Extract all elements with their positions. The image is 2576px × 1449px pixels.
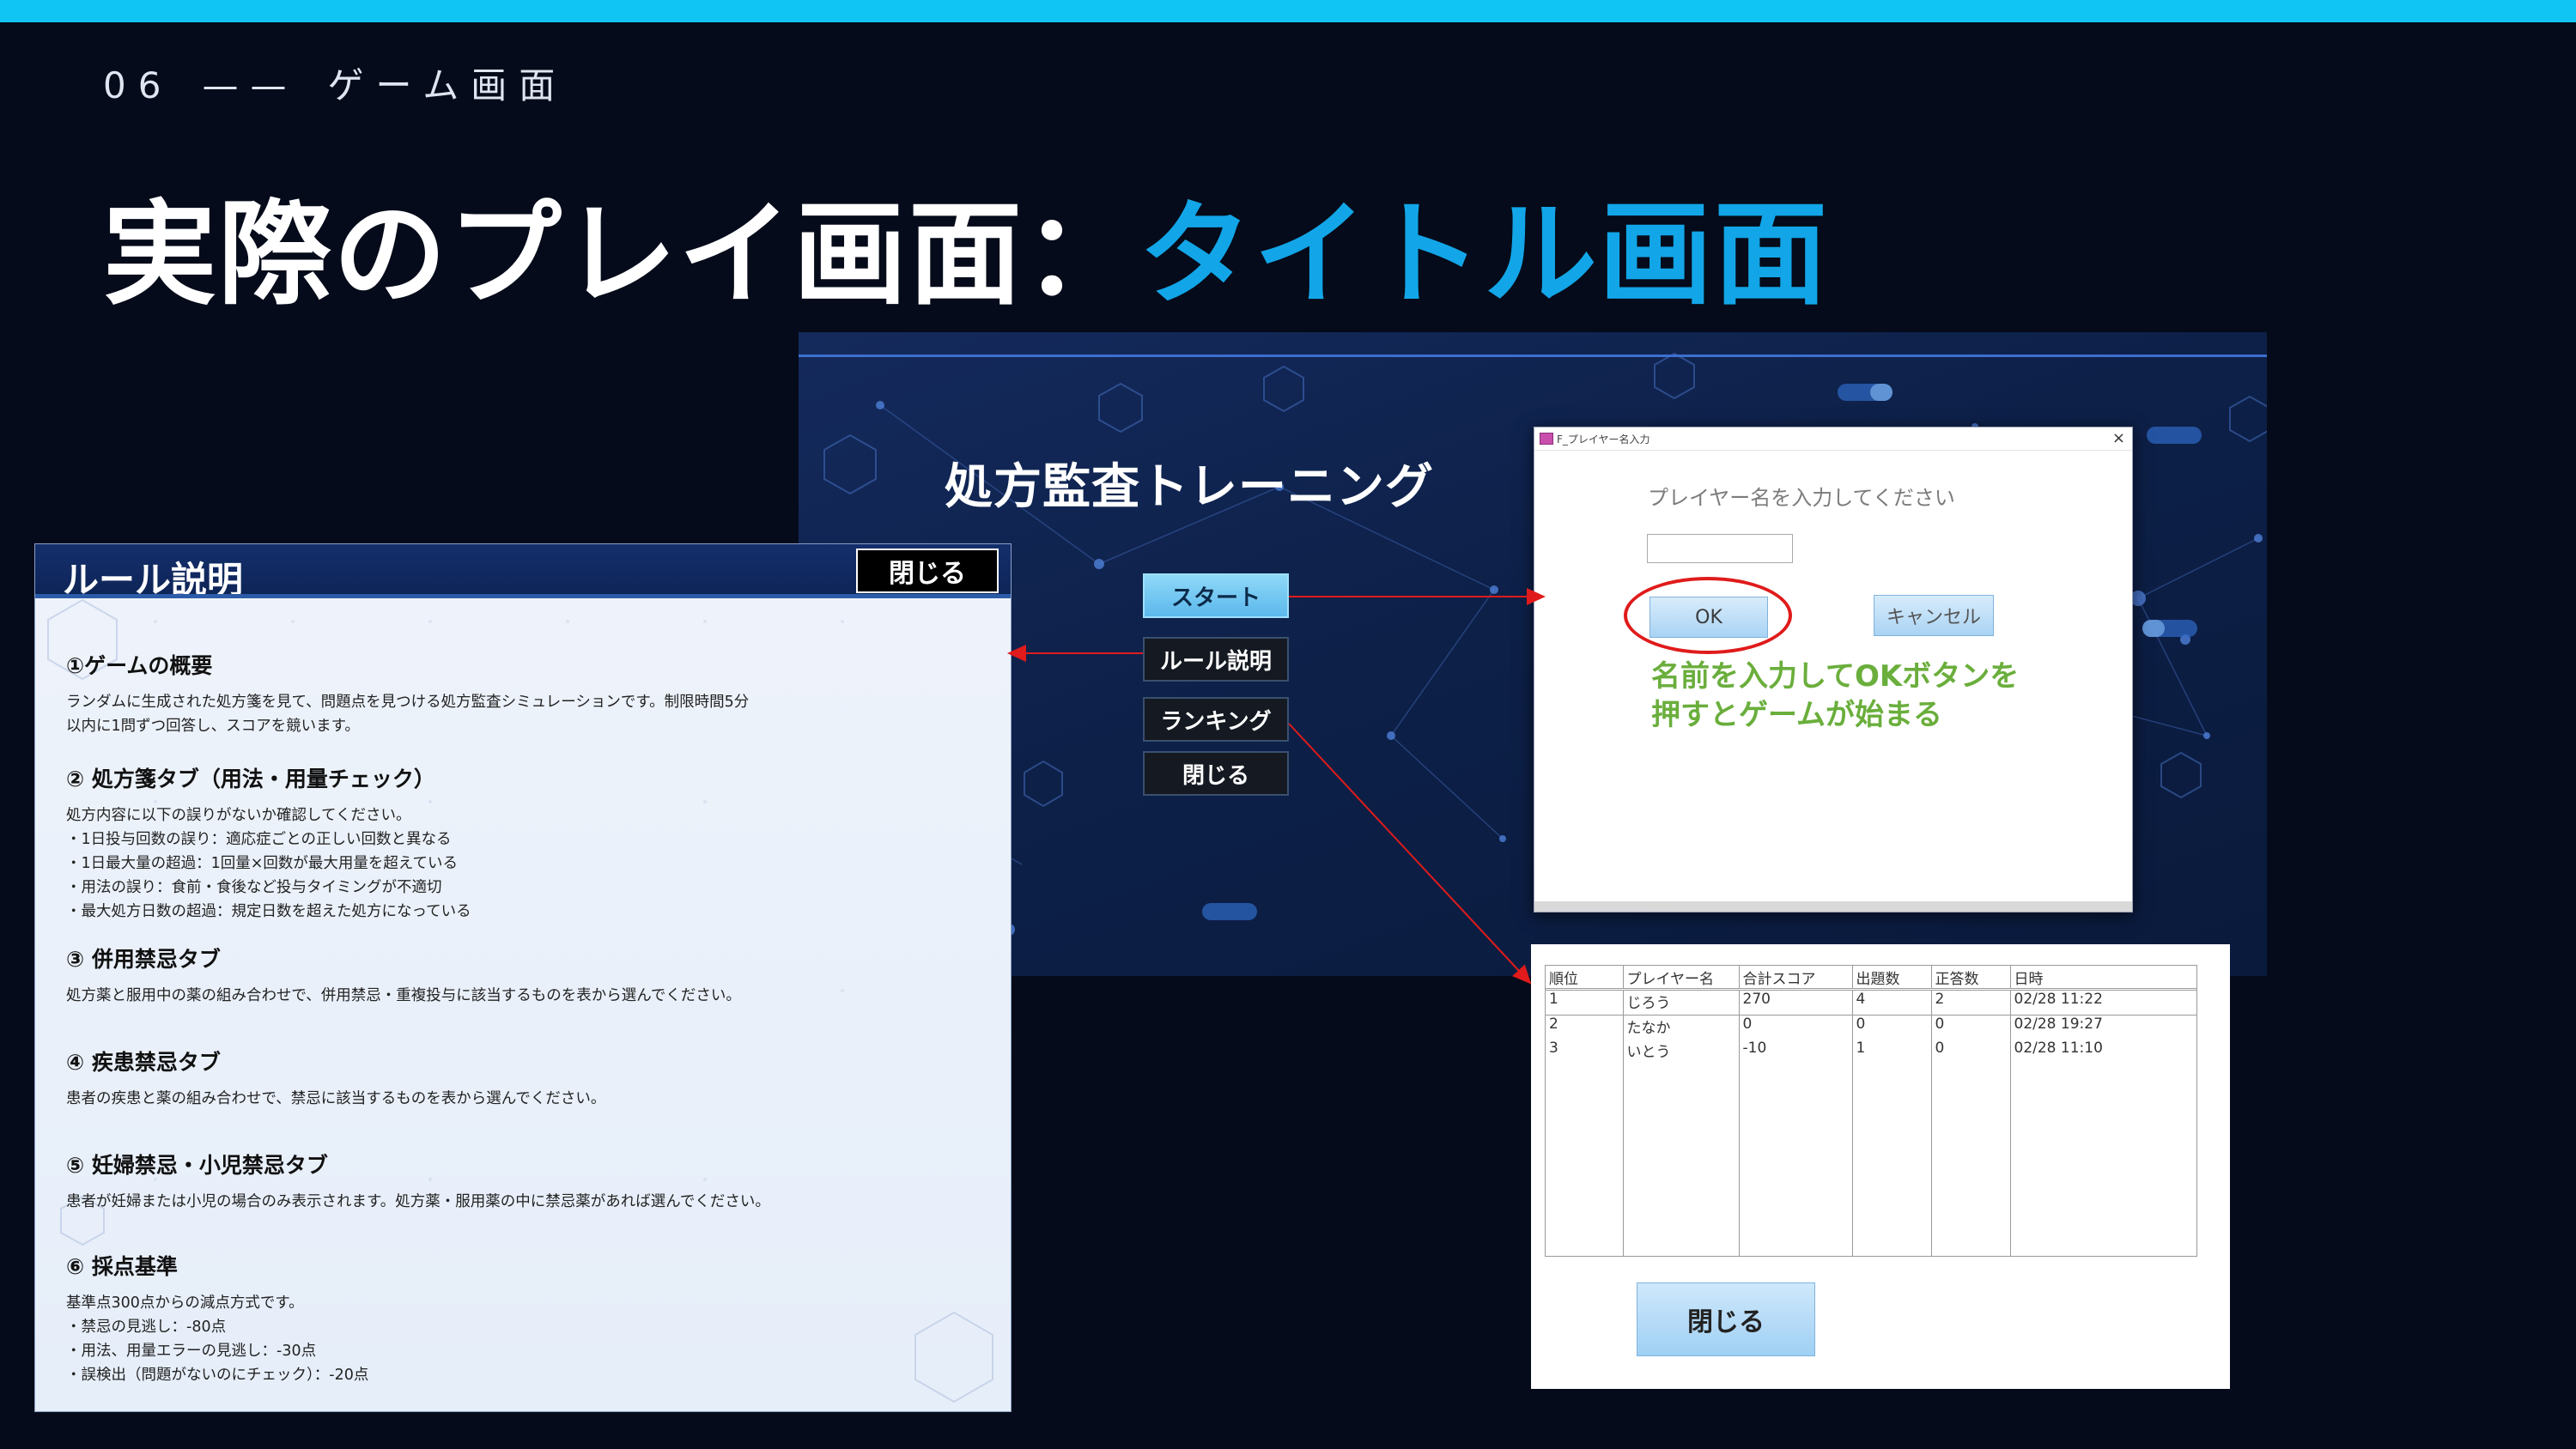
section-text: ・最大処方日数の超過：規定日数を超えた処方になっている: [66, 903, 471, 920]
instruction-annotation: 名前を入力してOKボタンを 押すとゲームが始まる: [1651, 658, 2019, 735]
section-dash: ——: [202, 64, 299, 106]
section-text: ・用法の誤り：食前・食後など投与タイミングが不適切: [66, 879, 442, 896]
rules-body: ①ゲームの概要 ランダムに生成された処方箋を見て、問題点を見つける処方監査シミュ…: [66, 649, 976, 1387]
ranking-close-button[interactable]: 閉じる: [1637, 1282, 1815, 1356]
table-cell: 1: [1852, 1040, 1932, 1064]
column-header[interactable]: 順位: [1546, 966, 1624, 991]
dialog-footer: [1534, 901, 2132, 912]
section-heading: ③ 併用禁忌タブ: [66, 947, 221, 972]
player-name-dialog: F_プレイヤー名入力 × プレイヤー名を入力してください OK キャンセル 名前…: [1534, 427, 2133, 912]
section-text: 基準点300点からの減点方式です。: [66, 1294, 304, 1312]
table-cell: 3: [1546, 1040, 1624, 1064]
table-row[interactable]: 2 たなか 0 0 0 02/28 19:27: [1546, 1015, 2196, 1040]
column-header[interactable]: プレイヤー名: [1623, 966, 1740, 991]
section-name: ゲーム画面: [327, 64, 568, 106]
cancel-button[interactable]: キャンセル: [1874, 595, 1994, 636]
section-number: 06: [103, 64, 173, 106]
table-cell: 0: [1739, 1015, 1853, 1040]
table-cell: 0: [1931, 1040, 2011, 1064]
section-text: ・誤検出（問題がないのにチェック）：-20点: [66, 1367, 369, 1384]
table-cell: たなか: [1623, 1015, 1740, 1040]
rules-button[interactable]: ルール説明: [1143, 637, 1289, 682]
section-heading: ⑤ 妊婦禁忌・小児禁忌タブ: [66, 1153, 328, 1178]
section-text: ・1日最大量の超過：1回量×回数が最大用量を超えている: [66, 855, 459, 872]
table-row[interactable]: 1 じろう 270 4 2 02/28 11:22: [1546, 989, 2196, 1016]
ranking-panel: 順位 プレイヤー名 合計スコア 出題数 正答数 日時 1 じろう 270 4 2…: [1531, 944, 2230, 1389]
section-heading: ①ゲームの概要: [66, 653, 213, 678]
top-accent-bar: [0, 0, 2576, 22]
close-button[interactable]: 閉じる: [1143, 751, 1289, 796]
table-cell: 02/28 11:10: [2014, 1040, 2103, 1057]
table-header-row: 順位 プレイヤー名 合計スコア 出題数 正答数 日時: [1546, 966, 2196, 991]
table-cell: 270: [1739, 989, 1853, 1016]
rules-section: ①ゲームの概要 ランダムに生成された処方箋を見て、問題点を見つける処方監査シミュ…: [66, 649, 976, 738]
table-cell: いとう: [1623, 1040, 1740, 1064]
column-header[interactable]: 日時: [2010, 966, 2196, 991]
table-row[interactable]: 3 いとう -10 1 0 02/28 11:10: [1546, 1040, 2196, 1064]
annotation-line-1: 名前を入力してOKボタンを: [1651, 659, 2020, 694]
table-cell: 2: [1546, 1015, 1624, 1040]
table-cell: -10: [1739, 1040, 1853, 1064]
section-text: 処方薬と服用中の薬の組み合わせで、併用禁忌・重複投与に該当するものを表から選んで…: [66, 987, 741, 1004]
game-title: 処方監査トレーニング: [945, 459, 1434, 515]
section-label: 06 —— ゲーム画面: [103, 57, 596, 109]
section-text: ・用法、用量エラーの見逃し：-30点: [66, 1343, 317, 1360]
section-heading: ⑥ 採点基準: [66, 1254, 178, 1279]
slide-title: 実際のプレイ画面：タイトル画面: [103, 163, 1829, 327]
table-cell: じろう: [1623, 989, 1740, 1016]
table-cell: 4: [1852, 989, 1932, 1016]
section-text: 処方内容に以下の誤りがないか確認してください。: [66, 807, 411, 824]
rules-section: ③ 併用禁忌タブ 処方薬と服用中の薬の組み合わせで、併用禁忌・重複投与に該当する…: [66, 943, 976, 1008]
ranking-button[interactable]: ランキング: [1143, 697, 1289, 742]
column-header[interactable]: 出題数: [1852, 966, 1932, 991]
dialog-caption: F_プレイヤー名入力: [1557, 433, 1650, 446]
table-cell: 02/28 11:22: [2010, 989, 2196, 1016]
column-header[interactable]: 正答数: [1931, 966, 2011, 991]
start-button[interactable]: スタート: [1143, 573, 1289, 618]
rules-section: ⑥ 採点基準 基準点300点からの減点方式です。 ・禁忌の見逃し：-80点 ・用…: [66, 1250, 976, 1387]
rules-close-button[interactable]: 閉じる: [856, 549, 999, 593]
rules-header: ルール説明 閉じる: [35, 544, 1011, 601]
section-text: ランダムに生成された処方箋を見て、問題点を見つける処方監査シミュレーションです。…: [66, 694, 750, 711]
table-cell: 0: [1852, 1015, 1932, 1040]
section-heading: ② 処方箋タブ（用法・用量チェック）: [66, 767, 435, 791]
ranking-table: 順位 プレイヤー名 合計スコア 出題数 正答数 日時 1 じろう 270 4 2…: [1545, 965, 2197, 1257]
table-cell: 02/28 19:27: [2014, 1016, 2103, 1033]
section-text: ・1日投与回数の誤り：適応症ごとの正しい回数と異なる: [66, 831, 452, 848]
name-prompt: プレイヤー名を入力してください: [1648, 486, 1955, 510]
annotation-line-2: 押すとゲームが始まる: [1651, 698, 1942, 732]
slide-title-main: 実際のプレイ画面：: [103, 189, 1139, 321]
rules-panel: ルール説明 閉じる ①ゲームの概要 ランダムに生成された処方箋を見て、問題点を見…: [34, 543, 1012, 1412]
column-header[interactable]: 合計スコア: [1739, 966, 1853, 991]
section-text: 患者の疾患と薬の組み合わせで、禁忌に該当するものを表から選んでください。: [66, 1090, 606, 1107]
rules-section: ② 処方箋タブ（用法・用量チェック） 処方内容に以下の誤りがないか確認してくださ…: [66, 762, 976, 924]
dialog-titlebar: F_プレイヤー名入力 ×: [1534, 427, 2132, 451]
section-text: 以内に1問ずつ回答し、スコアを競います。: [66, 718, 360, 735]
rules-section: ⑤ 妊婦禁忌・小児禁忌タブ 患者が妊婦または小児の場合のみ表示されます。処方薬・…: [66, 1149, 976, 1214]
ok-highlight-circle: [1624, 577, 1792, 654]
header-line: [799, 355, 2267, 357]
section-text: ・禁忌の見逃し：-80点: [66, 1319, 227, 1336]
section-text: 患者が妊婦または小児の場合のみ表示されます。処方薬・服用薬の中に禁忌薬があれば選…: [66, 1193, 770, 1210]
table-cell: 2: [1931, 989, 2011, 1016]
slide-title-accent: タイトル画面: [1139, 189, 1829, 321]
player-name-input[interactable]: [1647, 534, 1793, 563]
header-underline: [35, 594, 1011, 598]
table-cell: 1: [1546, 989, 1624, 1016]
form-icon: [1540, 433, 1553, 445]
rules-section: ④ 疾患禁忌タブ 患者の疾患と薬の組み合わせで、禁忌に該当するものを表から選んで…: [66, 1046, 976, 1111]
table-cell: 0: [1931, 1015, 2011, 1040]
close-icon[interactable]: ×: [2112, 429, 2125, 447]
section-heading: ④ 疾患禁忌タブ: [66, 1050, 221, 1075]
table-empty-area: [1546, 1064, 2196, 1256]
